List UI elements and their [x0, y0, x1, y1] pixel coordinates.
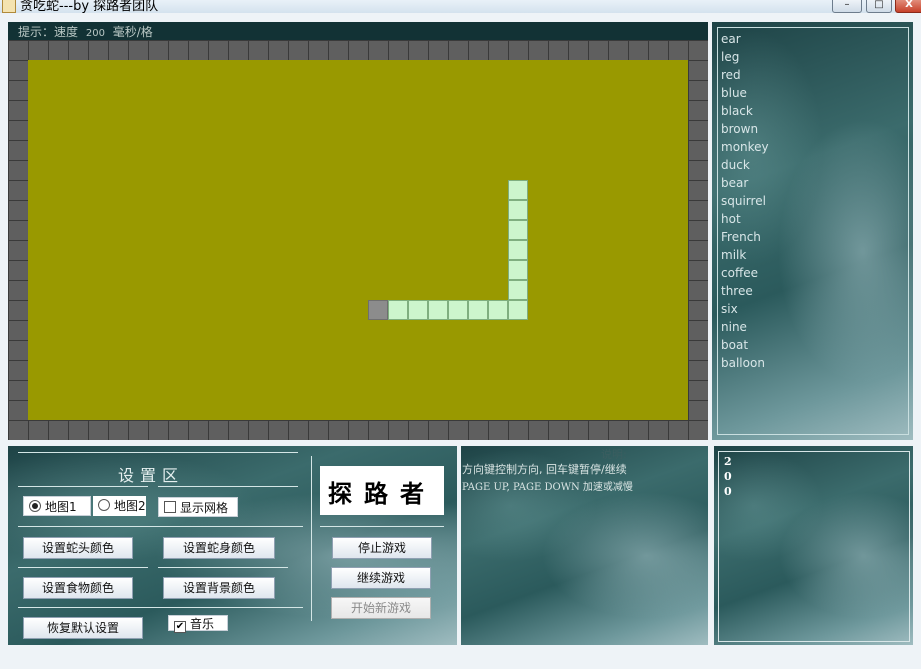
map2-radio[interactable]: 地图2: [93, 496, 146, 516]
word-item: nine: [721, 320, 747, 334]
snake-segment: [488, 300, 508, 320]
snake-segment: [508, 240, 528, 260]
word-list: ear leg red blue black brown monkey duck…: [717, 27, 909, 435]
word-item: duck: [721, 158, 750, 172]
game-panel: 提示：速度 200 毫秒/格: [8, 22, 708, 440]
wall-bottom: [8, 420, 708, 440]
word-item: coffee: [721, 266, 758, 280]
checkbox-checked-icon: ✔: [174, 621, 186, 633]
snake-head: [368, 300, 388, 320]
map1-label: 地图1: [45, 500, 77, 514]
help-line-2: PAGE UP, PAGE DOWN 加速或减慢: [462, 482, 633, 493]
word-item: boat: [721, 338, 749, 352]
map2-label: 地图2: [114, 499, 146, 513]
settings-title: 设置区: [118, 466, 185, 485]
radio-empty-icon: [98, 499, 110, 511]
word-list-panel: ear leg red blue black brown monkey duck…: [712, 22, 913, 440]
snake-segment: [388, 300, 408, 320]
snake-segment: [508, 280, 528, 300]
divider: [158, 567, 288, 568]
show-grid-label: 显示网格: [180, 501, 229, 515]
snake-segment: [508, 200, 528, 220]
set-body-color-button[interactable]: 设置蛇身颜色: [163, 537, 275, 559]
snake-segment: [448, 300, 468, 320]
wall-left: [8, 40, 28, 440]
speed-value: 200: [85, 28, 105, 39]
app-icon: [2, 0, 16, 13]
score-digit: 0: [724, 485, 732, 498]
snake-segment: [508, 260, 528, 280]
play-field: [28, 60, 688, 420]
snake-segment: [508, 220, 528, 240]
divider: [18, 567, 148, 568]
score-panel: 2 0 0: [714, 446, 913, 645]
word-item: three: [721, 284, 753, 298]
snake-segment: [468, 300, 488, 320]
show-grid-checkbox[interactable]: 显示网格: [158, 497, 238, 517]
radio-selected-icon: [29, 500, 41, 512]
word-item: milk: [721, 248, 747, 262]
score-digit: 2: [724, 455, 732, 468]
divider: [18, 452, 298, 453]
divider: [18, 607, 303, 608]
music-checkbox[interactable]: ✔ 音乐: [168, 615, 228, 633]
word-item: red: [721, 68, 741, 82]
continue-game-button[interactable]: 继续游戏: [331, 567, 431, 589]
set-head-color-button[interactable]: 设置蛇头颜色: [23, 537, 133, 559]
maximize-button[interactable]: □: [866, 0, 892, 13]
divider: [311, 456, 312, 621]
wall-top: [8, 40, 708, 60]
word-item: balloon: [721, 356, 765, 370]
word-item: bear: [721, 176, 749, 190]
word-item: squirrel: [721, 194, 766, 208]
window-title: 贪吃蛇---by 探路者团队: [20, 0, 159, 13]
divider: [158, 486, 298, 487]
divider: [320, 526, 444, 527]
word-item: French: [721, 230, 761, 244]
help-title: 说明:: [601, 448, 627, 461]
word-item: ear: [721, 32, 741, 46]
title-bar: 贪吃蛇---by 探路者团队 – □ X: [0, 0, 921, 13]
speed-hint: 提示：速度 200 毫秒/格: [18, 23, 153, 40]
hint-unit: 毫秒/格: [112, 25, 153, 39]
wall-right: [688, 40, 708, 440]
word-item: monkey: [721, 140, 769, 154]
checkbox-empty-icon: [164, 501, 176, 513]
set-background-color-button[interactable]: 设置背景颜色: [163, 577, 275, 599]
divider: [18, 526, 303, 527]
word-item: black: [721, 104, 753, 118]
snake-segment: [508, 300, 528, 320]
settings-panel: 设置区 地图1 地图2 显示网格 设置蛇头颜色 设置蛇身颜色 设置食物颜色 设置…: [8, 446, 457, 645]
snake-segment: [508, 180, 528, 200]
word-item: blue: [721, 86, 747, 100]
team-logo: 探路者: [320, 466, 444, 515]
close-button[interactable]: X: [895, 0, 921, 13]
help-line-1: 方向键控制方向, 回车键暂停/继续: [462, 463, 627, 476]
word-item: six: [721, 302, 738, 316]
map1-radio[interactable]: 地图1: [23, 496, 91, 516]
restore-defaults-button[interactable]: 恢复默认设置: [23, 617, 143, 639]
game-board[interactable]: [8, 40, 708, 440]
music-label: 音乐: [190, 617, 215, 631]
score-display: 2 0 0: [718, 451, 910, 642]
stop-game-button[interactable]: 停止游戏: [332, 537, 432, 559]
word-item: brown: [721, 122, 759, 136]
help-panel: 说明: 方向键控制方向, 回车键暂停/继续 PAGE UP, PAGE DOWN…: [461, 446, 708, 645]
hint-prefix: 提示：速度: [18, 25, 79, 39]
new-game-button[interactable]: 开始新游戏: [331, 597, 431, 619]
divider: [18, 486, 148, 487]
snake-segment: [428, 300, 448, 320]
minimize-button[interactable]: –: [832, 0, 862, 13]
snake-segment: [408, 300, 428, 320]
logo-text: 探路者: [328, 479, 436, 508]
word-item: leg: [721, 50, 740, 64]
score-digit: 0: [724, 470, 732, 483]
word-item: hot: [721, 212, 741, 226]
set-food-color-button[interactable]: 设置食物颜色: [23, 577, 133, 599]
